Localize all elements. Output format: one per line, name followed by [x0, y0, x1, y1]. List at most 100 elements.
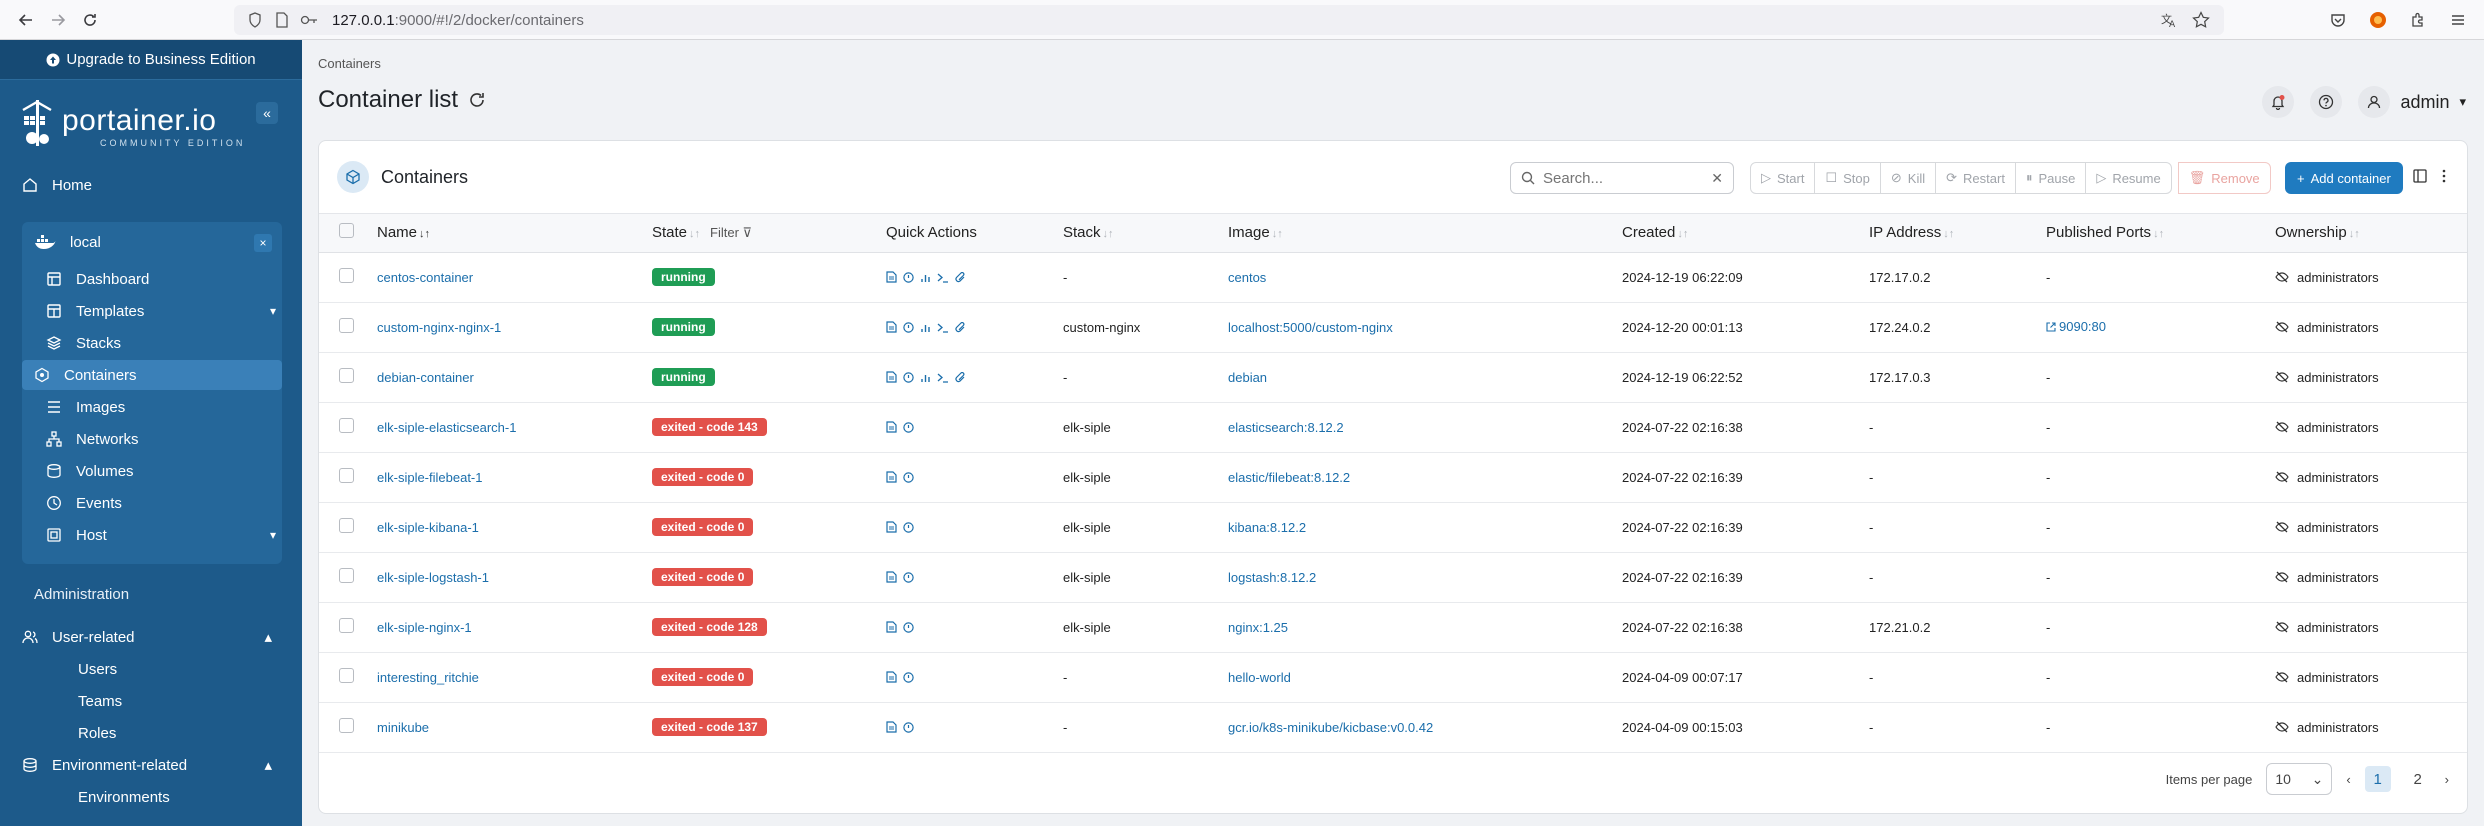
logs-icon[interactable]: [886, 321, 897, 333]
container-name-link[interactable]: minikube: [377, 720, 429, 735]
environment-header[interactable]: local ×: [22, 222, 282, 262]
container-name-link[interactable]: custom-nginx-nginx-1: [377, 320, 501, 335]
help-button[interactable]: [2310, 86, 2343, 118]
image-link[interactable]: elasticsearch:8.12.2: [1228, 420, 1344, 435]
inspect-icon[interactable]: [903, 521, 914, 533]
prev-page-button[interactable]: ‹: [2346, 772, 2350, 787]
logs-icon[interactable]: [886, 571, 897, 583]
search-input[interactable]: [1543, 169, 1703, 187]
column-stack[interactable]: Stack ↓↑: [1063, 214, 1228, 253]
columns-icon[interactable]: [2413, 169, 2427, 183]
row-checkbox[interactable]: [339, 618, 354, 633]
container-name-link[interactable]: elk-siple-elasticsearch-1: [377, 420, 516, 435]
attach-icon[interactable]: [955, 321, 966, 333]
column-name[interactable]: Name ↓↑: [377, 214, 652, 253]
column-image[interactable]: Image ↓↑: [1228, 214, 1622, 253]
sidebar-item-environment-related[interactable]: Environment-related ▴: [22, 750, 272, 780]
stats-icon[interactable]: [920, 272, 931, 283]
logs-icon[interactable]: [886, 671, 897, 683]
attach-icon[interactable]: [955, 371, 966, 383]
image-link[interactable]: gcr.io/k8s-minikube/kicbase:v0.0.42: [1228, 720, 1433, 735]
row-checkbox[interactable]: [339, 668, 354, 683]
add-container-button[interactable]: + Add container: [2285, 162, 2403, 194]
image-link[interactable]: localhost:5000/custom-nginx: [1228, 320, 1393, 335]
image-link[interactable]: kibana:8.12.2: [1228, 520, 1306, 535]
row-checkbox[interactable]: [339, 568, 354, 583]
collapse-sidebar-button[interactable]: «: [256, 102, 278, 124]
notifications-button[interactable]: [2262, 86, 2295, 118]
sidebar-item-host[interactable]: Host ▾: [34, 520, 294, 550]
sidebar-item-environments[interactable]: Environments: [78, 789, 170, 806]
start-button[interactable]: ▷ Start: [1750, 162, 1816, 194]
inspect-icon[interactable]: [903, 321, 914, 333]
items-per-page-select[interactable]: 10 ⌄: [2266, 763, 2333, 795]
inspect-icon[interactable]: [903, 421, 914, 433]
pause-button[interactable]: ⏸ Pause: [2014, 162, 2087, 194]
inspect-icon[interactable]: [903, 621, 914, 633]
inspect-icon[interactable]: [903, 671, 914, 683]
logs-icon[interactable]: [886, 621, 897, 633]
sidebar-item-dashboard[interactable]: Dashboard: [34, 264, 294, 294]
sidebar-item-users[interactable]: Users: [78, 661, 117, 678]
inspect-icon[interactable]: [903, 721, 914, 733]
image-link[interactable]: logstash:8.12.2: [1228, 570, 1316, 585]
row-checkbox[interactable]: [339, 368, 354, 383]
column-ownership[interactable]: Ownership ↓↑: [2275, 214, 2467, 253]
container-name-link[interactable]: debian-container: [377, 370, 474, 385]
column-created[interactable]: Created ↓↑: [1622, 214, 1869, 253]
sidebar-item-user-related[interactable]: User-related ▴: [22, 622, 272, 652]
remove-button[interactable]: 🗑 Remove: [2177, 162, 2271, 194]
container-name-link[interactable]: centos-container: [377, 270, 473, 285]
close-environment-button[interactable]: ×: [254, 234, 272, 252]
logs-icon[interactable]: [886, 471, 897, 483]
translate-icon[interactable]: 文A: [2160, 11, 2178, 29]
stop-button[interactable]: ☐ Stop: [1814, 162, 1881, 194]
image-link[interactable]: nginx:1.25: [1228, 620, 1288, 635]
reload-icon[interactable]: [74, 4, 106, 36]
kill-button[interactable]: ⊘ Kill: [1879, 162, 1937, 194]
search-box[interactable]: ✕: [1510, 162, 1734, 194]
sidebar-item-stacks[interactable]: Stacks: [34, 328, 294, 358]
menu-icon[interactable]: [2442, 4, 2474, 36]
sidebar-item-events[interactable]: Events: [34, 488, 294, 518]
attach-icon[interactable]: [955, 271, 966, 283]
image-link[interactable]: centos: [1228, 270, 1266, 285]
page-2-button[interactable]: 2: [2405, 766, 2431, 792]
container-name-link[interactable]: interesting_ritchie: [377, 670, 479, 685]
restart-button[interactable]: ⟳ Restart: [1935, 162, 2016, 194]
image-link[interactable]: debian: [1228, 370, 1267, 385]
stats-icon[interactable]: [920, 322, 931, 333]
select-all-checkbox[interactable]: [339, 223, 354, 239]
firefox-account-icon[interactable]: [2362, 4, 2394, 36]
logs-icon[interactable]: [886, 421, 897, 433]
clear-search-icon[interactable]: ✕: [1711, 170, 1723, 187]
logs-icon[interactable]: [886, 371, 897, 383]
image-link[interactable]: hello-world: [1228, 670, 1291, 685]
refresh-icon[interactable]: [468, 91, 486, 109]
published-port-link[interactable]: 9090:80: [2046, 319, 2106, 334]
bookmark-star-icon[interactable]: [2192, 11, 2210, 29]
row-checkbox[interactable]: [339, 518, 354, 533]
user-menu[interactable]: admin ▾: [2358, 86, 2466, 118]
logs-icon[interactable]: [886, 521, 897, 533]
inspect-icon[interactable]: [903, 371, 914, 383]
image-link[interactable]: elastic/filebeat:8.12.2: [1228, 470, 1350, 485]
address-bar[interactable]: 127.0.0.1:9000/#!/2/docker/containers 文A: [234, 5, 2224, 35]
row-checkbox[interactable]: [339, 718, 354, 733]
sidebar-item-templates[interactable]: Templates ▾: [34, 296, 294, 326]
row-checkbox[interactable]: [339, 468, 354, 483]
console-icon[interactable]: [937, 372, 949, 383]
sidebar-item-teams[interactable]: Teams: [78, 693, 122, 710]
column-state[interactable]: State ↓↑ Filter ⊽: [652, 214, 886, 253]
logo[interactable]: portainer.io COMMUNITY EDITION «: [0, 80, 302, 162]
container-name-link[interactable]: elk-siple-nginx-1: [377, 620, 472, 635]
container-name-link[interactable]: elk-siple-kibana-1: [377, 520, 479, 535]
inspect-icon[interactable]: [903, 271, 914, 283]
row-checkbox[interactable]: [339, 318, 354, 333]
sidebar-item-volumes[interactable]: Volumes: [34, 456, 294, 486]
sidebar-item-home[interactable]: Home: [22, 170, 92, 200]
sidebar-item-containers[interactable]: Containers: [22, 360, 282, 390]
page-1-button[interactable]: 1: [2364, 766, 2391, 792]
sidebar-item-images[interactable]: Images: [34, 392, 294, 422]
logs-icon[interactable]: [886, 271, 897, 283]
